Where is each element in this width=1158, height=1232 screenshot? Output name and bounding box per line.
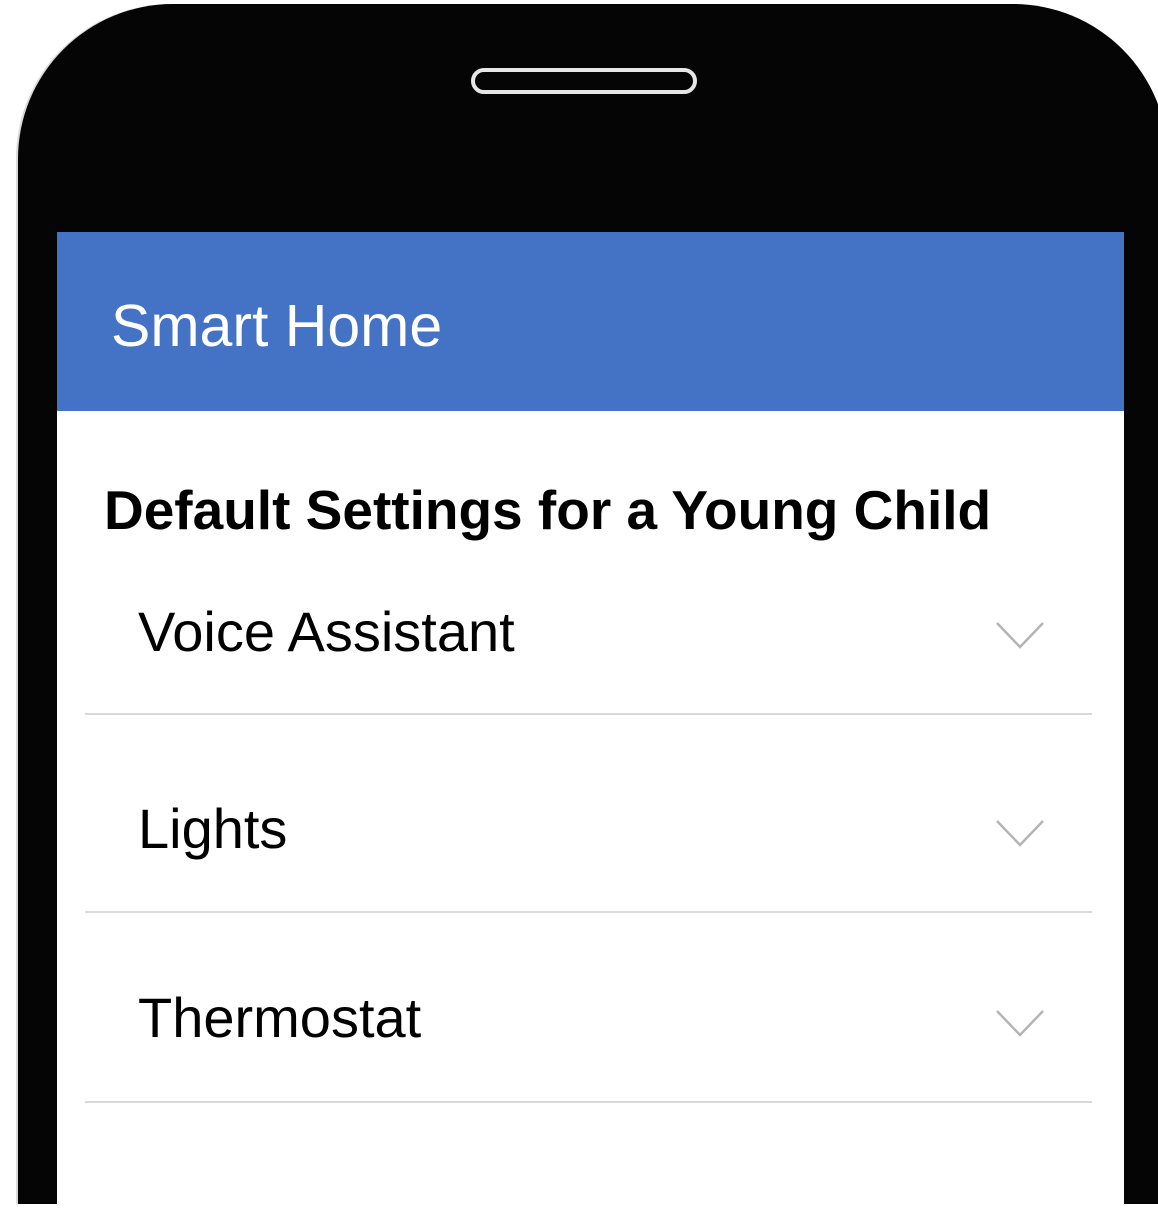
phone-speaker xyxy=(471,68,697,94)
phone-screen: Smart Home Default Settings for a Young … xyxy=(57,232,1124,1232)
setting-row-voice-assistant[interactable]: Voice Assistant xyxy=(85,577,1092,715)
setting-label: Voice Assistant xyxy=(138,600,515,663)
app-header: Smart Home xyxy=(57,232,1124,411)
chevron-down-icon[interactable] xyxy=(995,1008,1045,1038)
section-title: Default Settings for a Young Child xyxy=(104,479,992,541)
app-title: Smart Home xyxy=(111,293,443,359)
chevron-down-icon[interactable] xyxy=(995,620,1045,650)
setting-label: Thermostat xyxy=(138,986,422,1049)
setting-row-lights[interactable]: Lights xyxy=(85,715,1092,913)
phone-frame: Smart Home Default Settings for a Young … xyxy=(18,4,1158,1232)
setting-label: Lights xyxy=(138,797,288,860)
setting-row-thermostat[interactable]: Thermostat xyxy=(85,913,1092,1103)
chevron-down-icon[interactable] xyxy=(995,818,1045,848)
